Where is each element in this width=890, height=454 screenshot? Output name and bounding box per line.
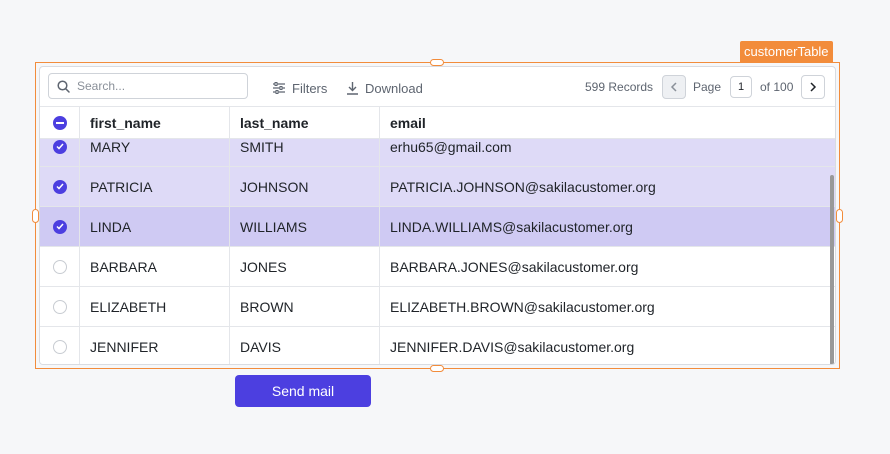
resize-handle-bottom[interactable] — [430, 365, 444, 372]
column-header-first-name[interactable]: first_name — [80, 107, 230, 138]
filters-label: Filters — [292, 80, 328, 96]
column-header-email[interactable]: email — [380, 107, 835, 138]
cell-last-name[interactable]: JOHNSON — [230, 167, 380, 206]
row-checkbox[interactable] — [52, 219, 67, 234]
cell-last-name[interactable]: SMITH — [230, 139, 380, 166]
cell-last-name[interactable]: BROWN — [230, 287, 380, 326]
cell-first-name[interactable]: ELIZABETH — [80, 287, 230, 326]
cell-first-name[interactable]: JENNIFER — [80, 327, 230, 364]
download-label: Download — [365, 80, 423, 96]
search-icon — [57, 80, 70, 93]
indeterminate-icon — [55, 121, 64, 124]
row-select-cell — [40, 247, 80, 286]
download-button[interactable]: Download — [346, 79, 423, 97]
chevron-left-icon — [670, 82, 677, 92]
filters-button[interactable]: Filters — [272, 79, 327, 97]
search-input[interactable] — [77, 77, 242, 95]
search-box[interactable] — [48, 73, 248, 99]
page-number-input[interactable]: 1 — [730, 76, 752, 98]
records-count: 599 Records — [585, 80, 654, 94]
table-row[interactable]: ELIZABETH BROWN ELIZABETH.BROWN@sakilacu… — [40, 287, 835, 327]
cell-email[interactable]: ELIZABETH.BROWN@sakilacustomer.org — [380, 287, 835, 326]
cell-last-name[interactable]: DAVIS — [230, 327, 380, 364]
previous-page-button[interactable] — [662, 75, 686, 99]
table-row[interactable]: BARBARA JONES BARBARA.JONES@sakilacustom… — [40, 247, 835, 287]
check-icon — [55, 143, 64, 150]
cell-last-name[interactable]: JONES — [230, 247, 380, 286]
resize-handle-left[interactable] — [32, 209, 39, 223]
table-row[interactable]: MARY SMITH erhu65@gmail.com — [40, 139, 835, 167]
download-icon — [347, 82, 358, 95]
page-label: Page — [693, 80, 722, 94]
select-all-checkbox[interactable] — [52, 115, 67, 130]
filters-icon — [273, 82, 285, 94]
next-page-button[interactable] — [801, 75, 825, 99]
row-select-cell — [40, 207, 80, 246]
chevron-right-icon — [810, 82, 817, 92]
resize-handle-right[interactable] — [836, 209, 843, 223]
cell-last-name[interactable]: WILLIAMS — [230, 207, 380, 246]
cell-email[interactable]: erhu65@gmail.com — [380, 139, 835, 166]
cell-email[interactable]: BARBARA.JONES@sakilacustomer.org — [380, 247, 835, 286]
row-select-cell — [40, 287, 80, 326]
select-all-cell — [40, 107, 80, 138]
table-body: MARY SMITH erhu65@gmail.com PATRICIA JOH… — [40, 139, 835, 364]
table-toolbar: Filters Download 599 Records Page 1 of 1… — [40, 67, 835, 107]
table-row[interactable]: JENNIFER DAVIS JENNIFER.DAVIS@sakilacust… — [40, 327, 835, 364]
send-mail-button[interactable]: Send mail — [235, 375, 371, 407]
column-header-last-name[interactable]: last_name — [230, 107, 380, 138]
cell-email[interactable]: JENNIFER.DAVIS@sakilacustomer.org — [380, 327, 835, 364]
check-icon — [55, 183, 64, 190]
cell-first-name[interactable]: PATRICIA — [80, 167, 230, 206]
row-checkbox[interactable] — [52, 179, 67, 194]
cell-first-name[interactable]: LINDA — [80, 207, 230, 246]
cell-email[interactable]: LINDA.WILLIAMS@sakilacustomer.org — [380, 207, 835, 246]
row-checkbox[interactable] — [52, 139, 67, 154]
row-select-cell — [40, 327, 80, 364]
cell-first-name[interactable]: MARY — [80, 139, 230, 166]
page-total: of 100 — [760, 80, 794, 94]
component-name-badge[interactable]: customerTable — [740, 41, 833, 62]
check-icon — [55, 223, 64, 230]
table-header-row: first_name last_name email — [40, 107, 835, 139]
component-selection-frame: Filters Download 599 Records Page 1 of 1… — [32, 59, 843, 372]
customer-table: Filters Download 599 Records Page 1 of 1… — [39, 66, 836, 365]
table-row[interactable]: LINDA WILLIAMS LINDA.WILLIAMS@sakilacust… — [40, 207, 835, 247]
row-select-cell — [40, 139, 80, 166]
row-select-cell — [40, 167, 80, 206]
horizontal-scrollbar[interactable] — [44, 364, 800, 365]
row-checkbox[interactable] — [52, 299, 67, 314]
resize-handle-top[interactable] — [430, 59, 444, 66]
vertical-scrollbar[interactable] — [830, 175, 834, 364]
table-row[interactable]: PATRICIA JOHNSON PATRICIA.JOHNSON@sakila… — [40, 167, 835, 207]
cell-first-name[interactable]: BARBARA — [80, 247, 230, 286]
row-checkbox[interactable] — [52, 259, 67, 274]
row-checkbox[interactable] — [52, 339, 67, 354]
cell-email[interactable]: PATRICIA.JOHNSON@sakilacustomer.org — [380, 167, 835, 206]
